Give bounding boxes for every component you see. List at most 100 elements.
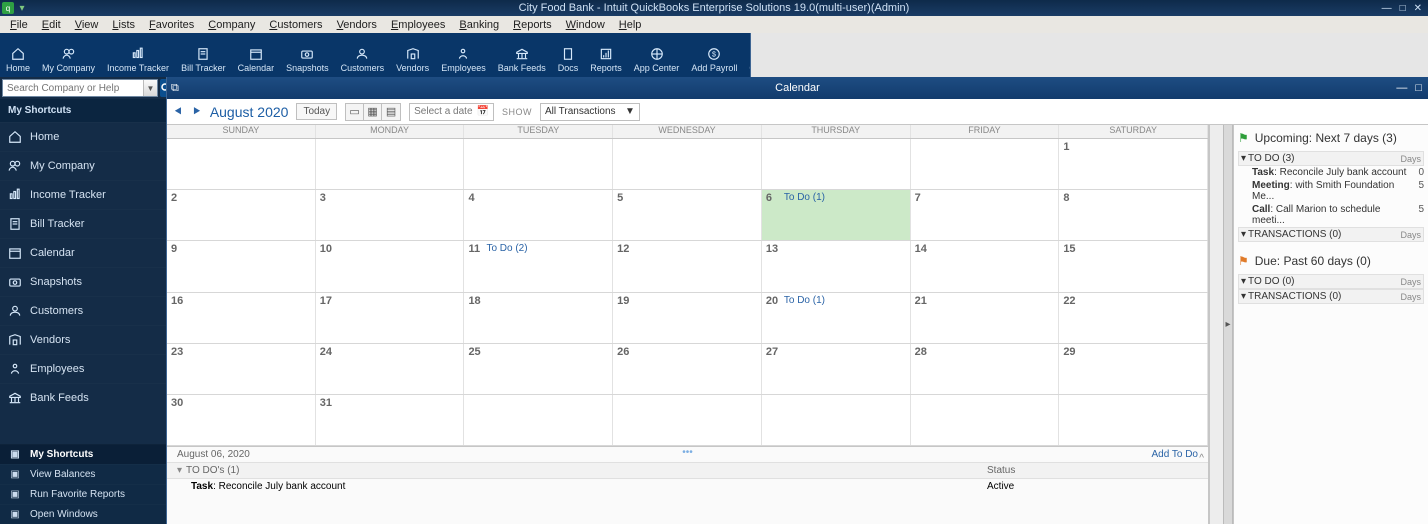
window-close-icon[interactable]: ✕	[1414, 3, 1422, 14]
calendar-day[interactable]: 4	[464, 190, 613, 240]
calendar-day[interactable]: 20To Do (1)	[762, 293, 911, 343]
menu-favorites[interactable]: Favorites	[149, 19, 194, 31]
calendar-day[interactable]: 1	[1059, 139, 1208, 189]
calendar-day[interactable]	[762, 139, 911, 189]
calendar-day[interactable]: 21	[911, 293, 1060, 343]
calendar-day[interactable]	[167, 139, 316, 189]
sidebar-footer-open-windows[interactable]: ▣Open Windows	[0, 504, 166, 524]
menu-vendors[interactable]: Vendors	[337, 19, 377, 31]
toolbar-my-company-button[interactable]: My Company	[36, 33, 101, 77]
calendar-day[interactable]	[911, 395, 1060, 445]
calendar-day[interactable]: 18	[464, 293, 613, 343]
date-picker[interactable]: Select a date 📅	[409, 103, 494, 121]
next-month-button[interactable]: ⯈	[191, 104, 201, 120]
sidebar-item-bank-feeds[interactable]: Bank Feeds	[0, 383, 166, 412]
calendar-day[interactable]	[762, 395, 911, 445]
sidebar-item-vendors[interactable]: Vendors	[0, 325, 166, 354]
menu-banking[interactable]: Banking	[459, 19, 499, 31]
menu-file[interactable]: File	[10, 19, 28, 31]
calendar-day[interactable]	[464, 395, 613, 445]
due-trans-header[interactable]: ▾TRANSACTIONS (0)Days	[1238, 289, 1424, 304]
add-todo-link[interactable]: Add To Do	[1151, 449, 1198, 460]
today-button[interactable]: Today	[296, 103, 337, 120]
day-todo-badge[interactable]: To Do (1)	[784, 192, 825, 203]
toolbar-vendors-button[interactable]: Vendors	[390, 33, 435, 77]
show-filter-select[interactable]: All Transactions ▼	[540, 103, 640, 121]
window-minimize-icon[interactable]: —	[1382, 3, 1392, 14]
calendar-day[interactable]	[464, 139, 613, 189]
child-maximize-icon[interactable]: □	[1415, 82, 1422, 94]
toolbar-employees-button[interactable]: Employees	[435, 33, 492, 77]
search-input[interactable]	[3, 83, 143, 94]
toolbar-app-center-button[interactable]: App Center	[628, 33, 686, 77]
calendar-day[interactable]	[613, 139, 762, 189]
calendar-day[interactable]: 28	[911, 344, 1060, 394]
calendar-day[interactable]: 11To Do (2)	[464, 241, 613, 291]
calendar-day[interactable]: 23	[167, 344, 316, 394]
sidebar-item-customers[interactable]: Customers	[0, 296, 166, 325]
upcoming-todo-header[interactable]: ▾TO DO (3)Days	[1238, 151, 1424, 166]
calendar-day[interactable]: 27	[762, 344, 911, 394]
search-company-box[interactable]: ▼	[2, 79, 158, 97]
calendar-day[interactable]: 22	[1059, 293, 1208, 343]
upcoming-item[interactable]: Meeting: with Smith Foundation Me...5	[1238, 179, 1424, 203]
restore-down-icon[interactable]: ⧉	[167, 82, 179, 95]
sidebar-footer-my-shortcuts[interactable]: ▣My Shortcuts	[0, 444, 166, 464]
due-todo-header[interactable]: ▾TO DO (0)Days	[1238, 274, 1424, 289]
calendar-day[interactable]: 9	[167, 241, 316, 291]
day-todo-badge[interactable]: To Do (1)	[784, 295, 825, 306]
window-maximize-icon[interactable]: □	[1400, 3, 1406, 14]
child-minimize-icon[interactable]: —	[1396, 82, 1407, 94]
menu-customers[interactable]: Customers	[269, 19, 322, 31]
sidebar-item-employees[interactable]: Employees	[0, 354, 166, 383]
search-dropdown-icon[interactable]: ▼	[143, 80, 157, 96]
month-view-icon[interactable]: ▤	[382, 104, 400, 120]
upcoming-item[interactable]: Call: Call Marion to schedule meeti...5	[1238, 203, 1424, 227]
upcoming-item[interactable]: Task: Reconcile July bank account0	[1238, 166, 1424, 179]
menu-company[interactable]: Company	[208, 19, 255, 31]
calendar-day[interactable]	[911, 139, 1060, 189]
calendar-day[interactable]: 14	[911, 241, 1060, 291]
calendar-day[interactable]: 19	[613, 293, 762, 343]
menu-employees[interactable]: Employees	[391, 19, 445, 31]
sidebar-footer-run-favorite-reports[interactable]: ▣Run Favorite Reports	[0, 484, 166, 504]
menu-reports[interactable]: Reports	[513, 19, 552, 31]
toolbar-bank-feeds-button[interactable]: Bank Feeds	[492, 33, 552, 77]
week-view-icon[interactable]: ▦	[364, 104, 382, 120]
calendar-day[interactable]: 16	[167, 293, 316, 343]
sidebar-item-bill-tracker[interactable]: Bill Tracker	[0, 209, 166, 238]
day-view-icon[interactable]: ▭	[346, 104, 364, 120]
toolbar-customers-button[interactable]: Customers	[335, 33, 391, 77]
toolbar-bill-tracker-button[interactable]: Bill Tracker	[175, 33, 232, 77]
sidebar-item-calendar[interactable]: Calendar	[0, 238, 166, 267]
calendar-day[interactable]: 8	[1059, 190, 1208, 240]
calendar-day[interactable]: 30	[167, 395, 316, 445]
sidebar-item-income-tracker[interactable]: Income Tracker	[0, 180, 166, 209]
toolbar-reports-button[interactable]: Reports	[584, 33, 628, 77]
section-caret-icon[interactable]: ▾	[177, 465, 182, 476]
calendar-day[interactable]: 25	[464, 344, 613, 394]
calendar-scrollbar[interactable]	[1209, 125, 1223, 524]
calendar-day[interactable]: 6To Do (1)	[762, 190, 911, 240]
calendar-day[interactable]: 12	[613, 241, 762, 291]
calendar-day[interactable]: 10	[316, 241, 465, 291]
right-panel-collapser[interactable]: ▸	[1223, 125, 1233, 524]
toolbar-income-tracker-button[interactable]: Income Tracker	[101, 33, 175, 77]
calendar-day[interactable]	[613, 395, 762, 445]
menu-edit[interactable]: Edit	[42, 19, 61, 31]
calendar-day[interactable]: 31	[316, 395, 465, 445]
drag-handle-icon[interactable]: •••	[682, 447, 693, 458]
calendar-day[interactable]: 17	[316, 293, 465, 343]
calendar-day[interactable]: 7	[911, 190, 1060, 240]
menu-lists[interactable]: Lists	[112, 19, 135, 31]
calendar-day[interactable]: 15	[1059, 241, 1208, 291]
sidebar-item-my-company[interactable]: My Company	[0, 151, 166, 180]
calendar-day[interactable]	[1059, 395, 1208, 445]
prev-month-button[interactable]: ⯇	[173, 104, 183, 120]
toolbar-add-payroll-button[interactable]: $Add Payroll	[685, 33, 743, 77]
menu-help[interactable]: Help	[619, 19, 642, 31]
sidebar-footer-view-balances[interactable]: ▣View Balances	[0, 464, 166, 484]
calendar-day[interactable]: 2	[167, 190, 316, 240]
toolbar-home-button[interactable]: Home	[0, 33, 36, 77]
view-selector[interactable]: ▭ ▦ ▤	[345, 103, 401, 121]
